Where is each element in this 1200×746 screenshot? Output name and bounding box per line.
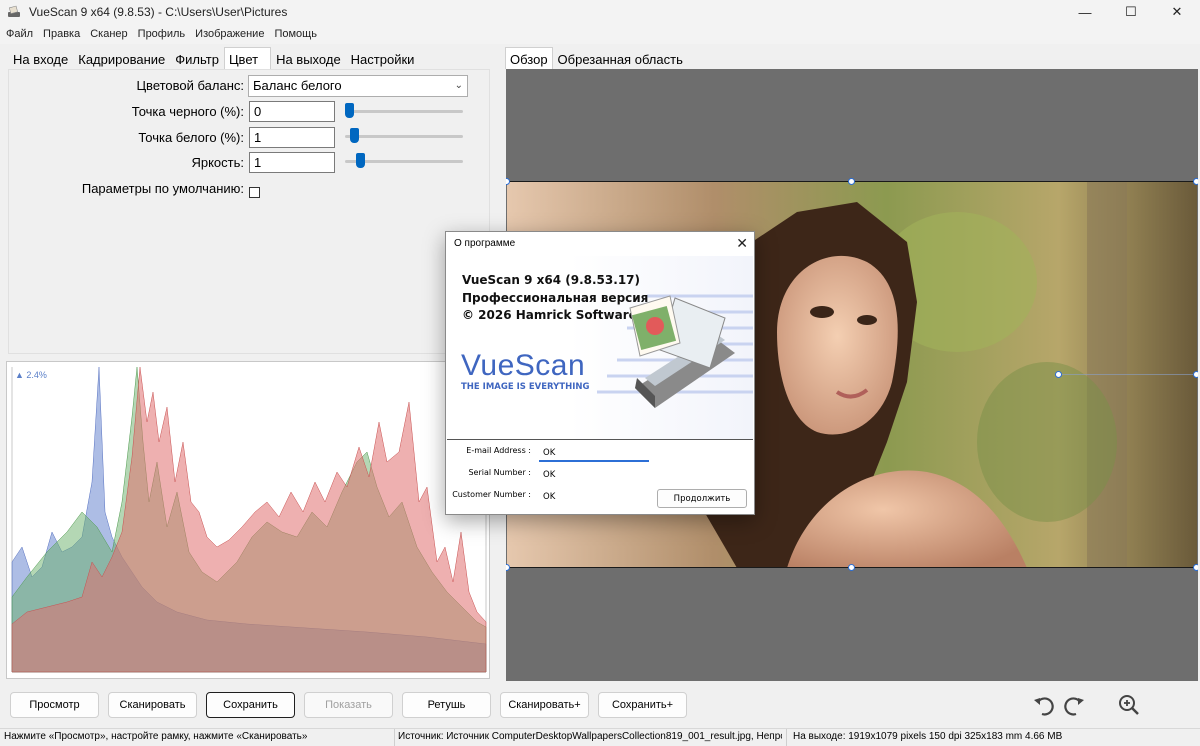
- tab-output[interactable]: На выходе: [271, 47, 346, 69]
- tab-filter[interactable]: Фильтр: [170, 47, 224, 69]
- brightness-label: Яркость:: [191, 155, 244, 170]
- menu-bar: Файл Правка Сканер Профиль Изображение П…: [0, 24, 1200, 44]
- menu-edit[interactable]: Правка: [43, 28, 80, 40]
- minimize-button[interactable]: —: [1062, 0, 1108, 24]
- black-point-label: Точка черного (%):: [131, 104, 244, 119]
- menu-help[interactable]: Помощь: [274, 28, 317, 40]
- black-point-slider-track[interactable]: [345, 110, 463, 113]
- vuescan-app-icon: [8, 5, 20, 17]
- tab-color[interactable]: Цвет: [223, 47, 272, 69]
- continue-button[interactable]: Продолжить: [657, 489, 747, 508]
- vuescan-tagline: THE IMAGE IS EVERYTHING: [461, 382, 590, 392]
- defaults-checkbox[interactable]: [249, 187, 260, 198]
- black-point-slider-thumb[interactable]: [345, 103, 354, 118]
- crop-handle-bottom[interactable]: [848, 564, 855, 571]
- menu-file[interactable]: Файл: [6, 28, 33, 40]
- crop-guide-line: [1058, 374, 1198, 375]
- crop-handle-middle[interactable]: [1055, 371, 1062, 378]
- menu-image[interactable]: Изображение: [195, 28, 264, 40]
- title-bar: VueScan 9 x64 (9.8.53) - C:\Users\User\P…: [0, 0, 1200, 24]
- status-source: Источник: Источник ComputerDesktopWallpa…: [398, 731, 782, 742]
- retouch-button[interactable]: Ретушь: [402, 692, 491, 718]
- status-output: На выходе: 1919x1079 pixels 150 dpi 325x…: [793, 731, 1063, 742]
- tab-input[interactable]: На входе: [8, 47, 73, 69]
- status-divider: [394, 729, 395, 746]
- histogram: ▲ 2.4%: [6, 361, 490, 679]
- color-settings-panel: Цветовой баланс: Баланс белого ⌄ Точка ч…: [8, 69, 490, 354]
- customer-label: Customer Number :: [452, 490, 531, 499]
- window-title: VueScan 9 x64 (9.8.53) - C:\Users\User\P…: [29, 5, 288, 19]
- preview-tabs: Обзор Обрезанная область: [505, 47, 688, 69]
- vuescan-logo: VueScan: [461, 349, 586, 382]
- status-bar: Нажмите «Просмотр», настройте рамку, наж…: [0, 728, 1200, 746]
- scan-button[interactable]: Сканировать: [108, 692, 197, 718]
- color-balance-label: Цветовой баланс:: [136, 78, 244, 93]
- crop-handle-right[interactable]: [1193, 371, 1198, 378]
- dialog-version-line: VueScan 9 x64 (9.8.53.17): [462, 273, 641, 287]
- maximize-button[interactable]: ☐: [1108, 0, 1154, 24]
- preview-button[interactable]: Просмотр: [10, 692, 99, 718]
- scanner-illustration-icon: [629, 295, 735, 408]
- dialog-copyright-line: © 2026 Hamrick Software: [462, 308, 637, 322]
- status-hint: Нажмите «Просмотр», настройте рамку, наж…: [4, 731, 308, 742]
- histogram-plot: [11, 366, 487, 673]
- color-balance-select[interactable]: Баланс белого ⌄: [248, 75, 468, 97]
- black-point-input[interactable]: 0: [249, 101, 335, 122]
- dialog-close-icon[interactable]: ✕: [736, 235, 748, 252]
- status-divider: [786, 729, 787, 746]
- dialog-separator: [447, 439, 753, 440]
- chevron-down-icon: ⌄: [454, 80, 463, 91]
- save-button[interactable]: Сохранить: [206, 692, 295, 718]
- serial-input[interactable]: OK: [539, 466, 649, 484]
- color-balance-value: Баланс белого: [253, 78, 342, 93]
- settings-tabs: На входе Кадрирование Фильтр Цвет На вых…: [8, 47, 419, 69]
- rotate-right-icon[interactable]: [1062, 694, 1086, 718]
- crop-handle-top-right[interactable]: [1193, 178, 1198, 185]
- dialog-banner: VueScan 9 x64 (9.8.53.17) Профессиональн…: [447, 256, 753, 440]
- customer-input[interactable]: OK: [539, 488, 649, 506]
- serial-label: Serial Number :: [468, 468, 531, 477]
- white-point-slider-track[interactable]: [345, 135, 463, 138]
- save-plus-button[interactable]: Сохранить+: [598, 692, 687, 718]
- white-point-input[interactable]: 1: [249, 127, 335, 148]
- tab-cropped-area[interactable]: Обрезанная область: [553, 47, 688, 69]
- crop-handle-bottom-left[interactable]: [506, 564, 510, 571]
- menu-scanner[interactable]: Сканер: [90, 28, 127, 40]
- defaults-label: Параметры по умолчанию:: [81, 181, 244, 196]
- brightness-input[interactable]: 1: [249, 152, 335, 173]
- scan-plus-button[interactable]: Сканировать+: [500, 692, 589, 718]
- close-window-button[interactable]: ✕: [1154, 0, 1200, 24]
- crop-handle-top[interactable]: [848, 178, 855, 185]
- email-label: E-mail Address :: [466, 446, 531, 455]
- rotate-left-icon[interactable]: [1032, 694, 1056, 718]
- zoom-in-icon[interactable]: [1117, 693, 1141, 717]
- email-input[interactable]: OK: [539, 444, 649, 462]
- dialog-title: О программе: [454, 238, 516, 249]
- menu-profile[interactable]: Профиль: [138, 28, 186, 40]
- white-point-slider-thumb[interactable]: [350, 128, 359, 143]
- show-button[interactable]: Показать: [304, 692, 393, 718]
- tab-preview[interactable]: Обзор: [505, 47, 553, 69]
- brightness-slider-thumb[interactable]: [356, 153, 365, 168]
- tab-crop[interactable]: Кадрирование: [73, 47, 170, 69]
- tab-prefs[interactable]: Настройки: [346, 47, 420, 69]
- white-point-label: Точка белого (%):: [138, 130, 244, 145]
- crop-handle-bottom-right[interactable]: [1193, 564, 1198, 571]
- about-dialog: О программе ✕ VueScan 9 x64 (9.8.53.17) …: [445, 231, 755, 515]
